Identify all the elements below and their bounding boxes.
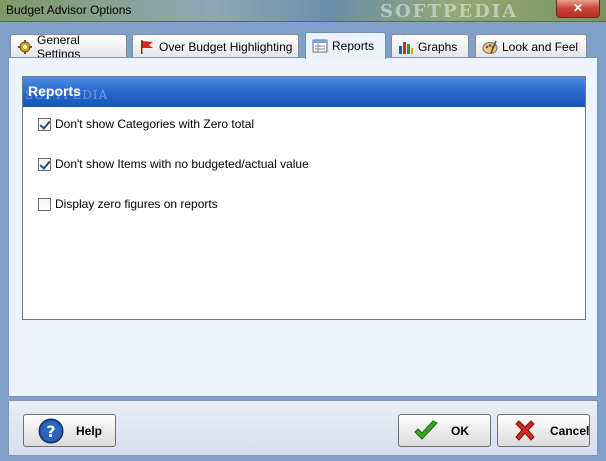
help-icon: ?	[38, 418, 64, 444]
watermark: SOFTPEDIA	[25, 88, 109, 102]
tab-general-settings[interactable]: General Settings	[10, 33, 127, 61]
report-icon	[312, 38, 328, 54]
reports-panel: Reports SOFTPEDIA Don't show Categories …	[8, 57, 598, 397]
reports-group: Reports SOFTPEDIA Don't show Categories …	[22, 76, 586, 320]
x-icon	[512, 418, 538, 444]
close-icon: ✕	[572, 1, 584, 15]
checkbox[interactable]	[38, 197, 51, 211]
option-label: Don't show Items with no budgeted/actual…	[55, 157, 309, 171]
checkbox[interactable]	[38, 157, 51, 171]
svg-text:?: ?	[46, 422, 55, 441]
tab-label: Look and Feel	[502, 39, 579, 54]
tab-strip: General Settings Over Budget Highlightin…	[8, 32, 598, 61]
tab-graphs[interactable]: Graphs	[391, 34, 469, 58]
option-hide-zero-categories[interactable]: Don't show Categories with Zero total	[38, 117, 254, 131]
bar-chart-icon	[398, 39, 414, 55]
option-label: Don't show Categories with Zero total	[55, 117, 255, 131]
button-label: Help	[76, 423, 103, 438]
window-title: Budget Advisor Options	[6, 3, 132, 17]
group-header: Reports SOFTPEDIA	[23, 77, 585, 107]
option-label: Display zero figures on reports	[55, 197, 218, 211]
option-hide-empty-items[interactable]: Don't show Items with no budgeted/actual…	[38, 157, 309, 171]
checkmark-icon	[413, 418, 439, 444]
cancel-button[interactable]: Cancel	[497, 414, 590, 447]
button-label: Cancel	[550, 423, 590, 438]
checkbox[interactable]	[38, 117, 51, 131]
help-button[interactable]: ? Help	[23, 414, 116, 447]
tab-label: Reports	[332, 39, 375, 53]
ok-button[interactable]: OK	[398, 414, 491, 447]
watermark: SOFTPEDIA	[380, 1, 519, 22]
title-bar[interactable]: Budget Advisor Options SOFTPEDIA ✕	[0, 0, 606, 22]
tab-reports[interactable]: Reports	[305, 32, 386, 59]
flag-icon	[139, 39, 155, 55]
tab-look-and-feel[interactable]: Look and Feel	[475, 34, 587, 58]
tab-over-budget-highlighting[interactable]: Over Budget Highlighting	[132, 34, 299, 58]
button-label: OK	[451, 423, 469, 438]
close-button[interactable]: ✕	[556, 0, 600, 18]
option-display-zero-figures[interactable]: Display zero figures on reports	[38, 197, 218, 211]
tab-label: Over Budget Highlighting	[159, 39, 293, 54]
palette-icon	[482, 39, 498, 55]
gear-icon	[17, 39, 33, 55]
tab-label: Graphs	[418, 39, 458, 54]
options-window: General Settings Over Budget Highlightin…	[0, 22, 606, 461]
button-bar: ? Help OK Cancel	[8, 400, 598, 456]
